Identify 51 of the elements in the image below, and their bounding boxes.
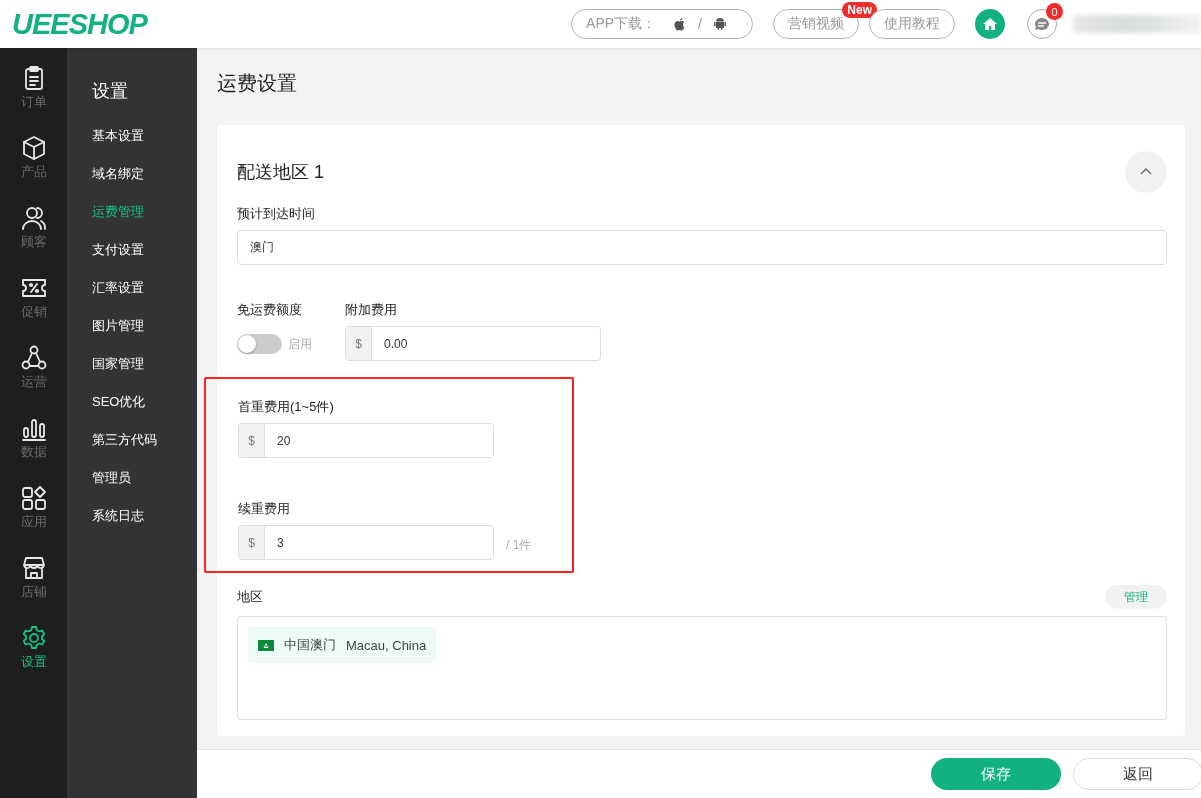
toggle-label: 启用 — [288, 335, 312, 353]
people-icon — [19, 204, 48, 232]
unit-label: / 1件 — [506, 537, 532, 554]
nav-rail-label: 数据 — [20, 443, 47, 461]
submenu-item[interactable]: 系统日志 — [92, 507, 197, 545]
new-badge: New — [842, 2, 877, 18]
submenu-item[interactable]: 国家管理 — [92, 355, 197, 393]
field-label: 地区 — [237, 588, 263, 606]
field-label: 附加费用 — [345, 301, 397, 319]
submenu-item[interactable]: SEO优化 — [92, 393, 197, 431]
nav-rail-label: 顾客 — [20, 233, 47, 251]
nav-rail-label: 应用 — [20, 513, 47, 531]
first-weight-fee-input[interactable]: $ 20 — [238, 423, 494, 458]
submenu-item[interactable]: 运费管理 — [92, 203, 197, 241]
back-button[interactable]: 返回 — [1073, 758, 1201, 790]
app-download-label: APP下载： — [586, 15, 657, 33]
submenu-item[interactable]: 第三方代码 — [92, 431, 197, 469]
nav-rail-label: 店铺 — [20, 583, 47, 601]
submenu-item[interactable]: 支付设置 — [92, 241, 197, 279]
submenu-item[interactable]: 管理员 — [92, 469, 197, 507]
submenu-item[interactable]: 基本设置 — [92, 127, 197, 165]
additional-weight-fee-input[interactable]: $ 3 — [238, 525, 494, 560]
field-label: 预计到达时间 — [237, 205, 315, 223]
region-english-name: Macau, China — [346, 637, 427, 653]
region-name: 中国澳门 — [284, 636, 336, 654]
page-title: 运费设置 — [217, 71, 298, 96]
apps-icon — [19, 484, 48, 512]
submenu-item[interactable]: 域名绑定 — [92, 165, 197, 203]
message-count-badge: 0 — [1046, 3, 1063, 20]
network-icon — [19, 344, 48, 372]
flag-icon — [258, 639, 274, 651]
eta-input[interactable]: 澳门 — [237, 230, 1167, 265]
android-icon[interactable] — [712, 16, 728, 32]
field-label: 首重费用(1~5件) — [238, 398, 334, 416]
zone-title: 配送地区 1 — [237, 161, 324, 184]
chat-icon[interactable] — [1027, 9, 1057, 39]
field-label: 免运费额度 — [237, 301, 302, 319]
nav-rail-label: 促销 — [20, 303, 47, 321]
field-label: 续重费用 — [238, 500, 290, 518]
nav-rail-label: 产品 — [20, 163, 47, 181]
home-icon[interactable] — [975, 9, 1005, 39]
toggle-switch[interactable] — [237, 334, 282, 354]
submenu-title: 设置 — [92, 80, 129, 103]
submenu-item[interactable]: 汇率设置 — [92, 279, 197, 317]
nav-rail-label: 运营 — [20, 373, 47, 391]
submenu-item[interactable]: 图片管理 — [92, 317, 197, 355]
extra-fee-input[interactable]: $ 0.00 — [345, 326, 601, 361]
nav-rail-label: 订单 — [20, 93, 47, 111]
separator-slash: / — [698, 16, 702, 32]
nav-rail-item[interactable]: 设置 — [0, 624, 67, 694]
nav-rail-label: 设置 — [20, 653, 47, 671]
